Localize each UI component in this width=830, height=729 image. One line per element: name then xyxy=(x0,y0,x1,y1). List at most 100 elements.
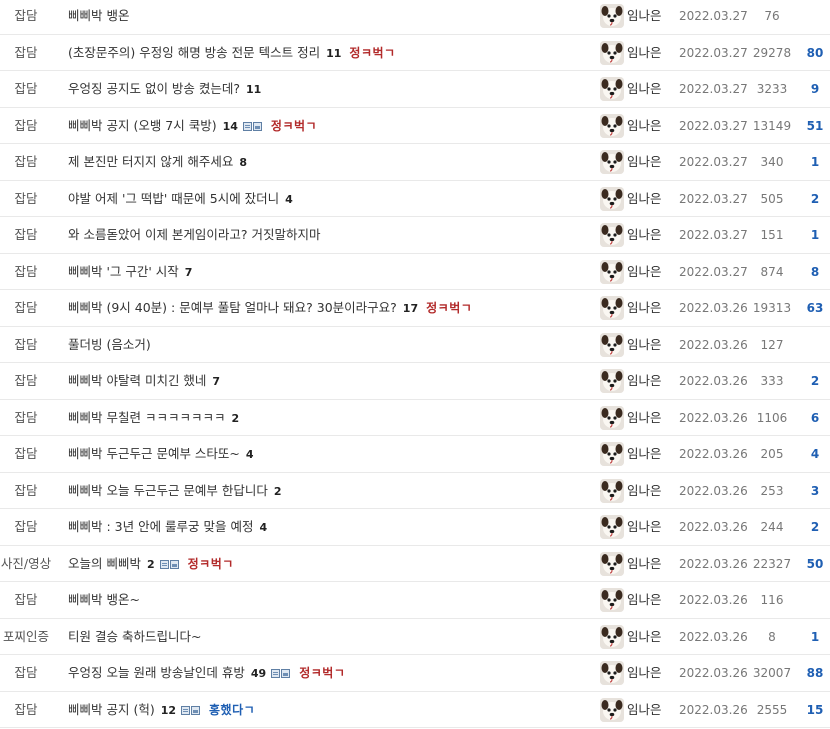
post-title-text[interactable]: 삐삐박 뱅온~ xyxy=(68,592,140,607)
post-title-text[interactable]: 삐삐박 오늘 두근두근 문예부 한답니다 xyxy=(68,483,268,498)
post-title-link[interactable]: 삐삐박 두근두근 문예부 스타또~ 4 xyxy=(68,446,254,463)
post-category[interactable]: 잡담 xyxy=(0,519,52,535)
author-avatar-dog-face-icon[interactable] xyxy=(600,332,624,357)
post-author[interactable]: 임나은 xyxy=(627,483,662,499)
author-avatar-dog-face-icon[interactable] xyxy=(600,588,624,612)
post-row[interactable]: 잡담 풀더빙 (음소거) 임나은 2022.03.26 127 xyxy=(0,327,830,363)
post-author[interactable]: 임나은 xyxy=(627,410,662,426)
comment-count[interactable]: 2 xyxy=(274,485,282,498)
post-title-link[interactable]: 우엉징 오늘 원래 방송날인데 휴방 49 정ㅋ벅ㄱ xyxy=(68,665,345,682)
author-avatar-dog-face-icon[interactable] xyxy=(600,624,624,649)
post-category[interactable]: 잡담 xyxy=(0,227,52,243)
post-title-text[interactable]: 삐삐박 (9시 40분) : 문예부 풀탐 얼마나 돼요? 30분이라구요? xyxy=(68,300,397,315)
comment-count[interactable]: 49 xyxy=(251,667,266,680)
post-author[interactable]: 임나은 xyxy=(627,665,662,681)
post-author[interactable]: 임나은 xyxy=(627,592,662,608)
post-title-link[interactable]: 삐삐박 '그 구간' 시작 7 xyxy=(68,264,192,281)
post-author[interactable]: 임나은 xyxy=(627,556,662,572)
post-author[interactable]: 임나은 xyxy=(627,154,662,170)
comment-count[interactable]: 11 xyxy=(326,47,341,60)
post-author[interactable]: 임나은 xyxy=(627,227,662,243)
post-author[interactable]: 임나은 xyxy=(627,8,662,24)
post-title-text[interactable]: (초장문주의) 우정잉 해명 방송 전문 텍스트 정리 xyxy=(68,45,320,60)
post-row[interactable]: 잡담 삐삐박 공지 (헉) 12 홍했다ㄱ 임나은 2022.03.26 2555 xyxy=(0,692,830,728)
post-category[interactable]: 잡담 xyxy=(0,410,52,426)
post-row[interactable]: 사진/영상 오늘의 삐삐박 2 정ㅋ벅ㄱ 임나은 2022.03.26 22327 xyxy=(0,546,830,582)
comment-count[interactable]: 7 xyxy=(185,266,193,279)
post-category[interactable]: 잡담 xyxy=(0,373,52,389)
post-title-link[interactable]: 삐삐박 뱅온~ xyxy=(68,592,140,608)
author-avatar-dog-face-icon[interactable] xyxy=(600,369,624,393)
post-row[interactable]: 잡담 삐삐박 뱅온 임나은 2022.03.27 76 xyxy=(0,0,830,35)
author-avatar-dog-face-icon[interactable] xyxy=(600,551,624,576)
post-author[interactable]: 임나은 xyxy=(627,702,662,718)
comment-count[interactable]: 4 xyxy=(285,193,293,206)
post-author[interactable]: 임나은 xyxy=(627,337,662,353)
post-row[interactable]: 잡담 삐삐박 오늘 두근두근 문예부 한답니다 2 임나은 2022.03.26 xyxy=(0,473,830,509)
post-author[interactable]: 임나은 xyxy=(627,191,662,207)
author-avatar-dog-face-icon[interactable] xyxy=(600,661,624,685)
post-title-text[interactable]: 삐삐박 '그 구간' 시작 xyxy=(68,264,179,279)
post-title-link[interactable]: 우엉징 공지도 없이 방송 켰는데? 11 xyxy=(68,81,261,98)
post-row[interactable]: 잡담 우엉징 오늘 원래 방송날인데 휴방 49 정ㅋ벅ㄱ 임나은 2022.03.… xyxy=(0,655,830,692)
post-title-text[interactable]: 삐삐박 두근두근 문예부 스타또~ xyxy=(68,446,240,461)
post-title-link[interactable]: 삐삐박 야탈력 미치긴 했네 7 xyxy=(68,373,220,390)
post-row[interactable]: 잡담 야발 어제 '그 떡밥' 때문에 5시에 잤더니 4 임나은 2022.03… xyxy=(0,181,830,217)
author-avatar-dog-face-icon[interactable] xyxy=(600,259,624,284)
author-avatar-dog-face-icon[interactable] xyxy=(600,77,624,101)
author-avatar-dog-face-icon[interactable] xyxy=(600,405,624,430)
author-avatar-dog-face-icon[interactable] xyxy=(600,40,624,65)
post-author[interactable]: 임나은 xyxy=(627,45,662,61)
post-title-text[interactable]: 제 본진만 터지지 않게 해주세요 xyxy=(68,154,233,169)
comment-count[interactable]: 2 xyxy=(147,558,155,571)
author-avatar-dog-face-icon[interactable] xyxy=(600,186,624,211)
post-title-text[interactable]: 우엉징 공지도 없이 방송 켰는데? xyxy=(68,81,240,96)
post-category[interactable]: 잡담 xyxy=(0,446,52,462)
comment-count[interactable]: 4 xyxy=(246,448,254,461)
post-author[interactable]: 임나은 xyxy=(627,118,662,134)
post-author[interactable]: 임나은 xyxy=(627,264,662,280)
post-category[interactable]: 잡담 xyxy=(0,154,52,170)
comment-count[interactable]: 12 xyxy=(161,704,176,717)
post-category[interactable]: 잡담 xyxy=(0,300,52,316)
comment-count[interactable]: 14 xyxy=(223,120,238,133)
post-category[interactable]: 잡담 xyxy=(0,483,52,499)
post-title-link[interactable]: 삐삐박 : 3년 안에 룰루궁 맞을 예정 4 xyxy=(68,519,267,536)
post-row[interactable]: 잡담 삐삐박 두근두근 문예부 스타또~ 4 임나은 2022.03.26 205 xyxy=(0,436,830,473)
post-author[interactable]: 임나은 xyxy=(627,519,662,535)
post-title-text[interactable]: 삐삐박 : 3년 안에 룰루궁 맞을 예정 xyxy=(68,519,254,534)
author-avatar-dog-face-icon[interactable] xyxy=(600,697,624,722)
post-row[interactable]: 포찌인증 티원 결승 축하드립니다~ 임나은 2022.03.26 8 1 xyxy=(0,619,830,655)
post-row[interactable]: 잡담 삐삐박 야탈력 미치긴 했네 7 임나은 2022.03.26 333 2 xyxy=(0,363,830,400)
author-avatar-dog-face-icon[interactable] xyxy=(600,150,624,174)
post-category[interactable]: 잡담 xyxy=(0,8,52,24)
comment-count[interactable]: 7 xyxy=(212,375,220,388)
author-avatar-dog-face-icon[interactable] xyxy=(600,478,624,503)
post-title-link[interactable]: 삐삐박 뱅온 xyxy=(68,8,129,24)
post-title-text[interactable]: 삐삐박 무칠련 ㅋㅋㅋㅋㅋㅋㅋ xyxy=(68,410,225,425)
author-avatar-dog-face-icon[interactable] xyxy=(600,4,624,28)
post-row[interactable]: 잡담 삐삐박 : 3년 안에 룰루궁 맞을 예정 4 임나은 2022.03.26 xyxy=(0,509,830,546)
post-title-text[interactable]: 삐삐박 공지 (오뱅 7시 쿡방) xyxy=(68,118,217,133)
post-title-link[interactable]: 삐삐박 (9시 40분) : 문예부 풀탐 얼마나 돼요? 30분이라구요? 17… xyxy=(68,300,472,317)
post-row[interactable]: 잡담 삐삐박 (9시 40분) : 문예부 풀탐 얼마나 돼요? 30분이라구요… xyxy=(0,290,830,327)
post-category[interactable]: 잡담 xyxy=(0,118,52,134)
post-title-link[interactable]: 풀더빙 (음소거) xyxy=(68,337,151,353)
post-title-text[interactable]: 와 소름돋았어 이제 본게임이라고? 거짓말하지마 xyxy=(68,227,321,242)
post-category[interactable]: 잡담 xyxy=(0,81,52,97)
post-title-link[interactable]: 야발 어제 '그 떡밥' 때문에 5시에 잤더니 4 xyxy=(68,191,293,208)
post-category[interactable]: 잡담 xyxy=(0,592,52,608)
post-category[interactable]: 잡담 xyxy=(0,45,52,61)
post-title-text[interactable]: 삐삐박 야탈력 미치긴 했네 xyxy=(68,373,206,388)
post-title-link[interactable]: 삐삐박 공지 (헉) 12 홍했다ㄱ xyxy=(68,702,255,719)
author-avatar-dog-face-icon[interactable] xyxy=(600,442,624,466)
post-title-text[interactable]: 오늘의 삐삐박 xyxy=(68,556,141,571)
post-title-text[interactable]: 야발 어제 '그 떡밥' 때문에 5시에 잤더니 xyxy=(68,191,279,206)
post-author[interactable]: 임나은 xyxy=(627,373,662,389)
comment-count[interactable]: 8 xyxy=(239,156,247,169)
comment-count[interactable]: 4 xyxy=(260,521,268,534)
post-title-text[interactable]: 티원 결승 축하드립니다~ xyxy=(68,629,201,644)
post-row[interactable]: 잡담 삐삐박 무칠련 ㅋㅋㅋㅋㅋㅋㅋ 2 임나은 2022.03.26 1106 xyxy=(0,400,830,436)
post-row[interactable]: 잡담 제 본진만 터지지 않게 해주세요 8 임나은 2022.03.27 340 xyxy=(0,144,830,181)
post-category[interactable]: 잡담 xyxy=(0,665,52,681)
